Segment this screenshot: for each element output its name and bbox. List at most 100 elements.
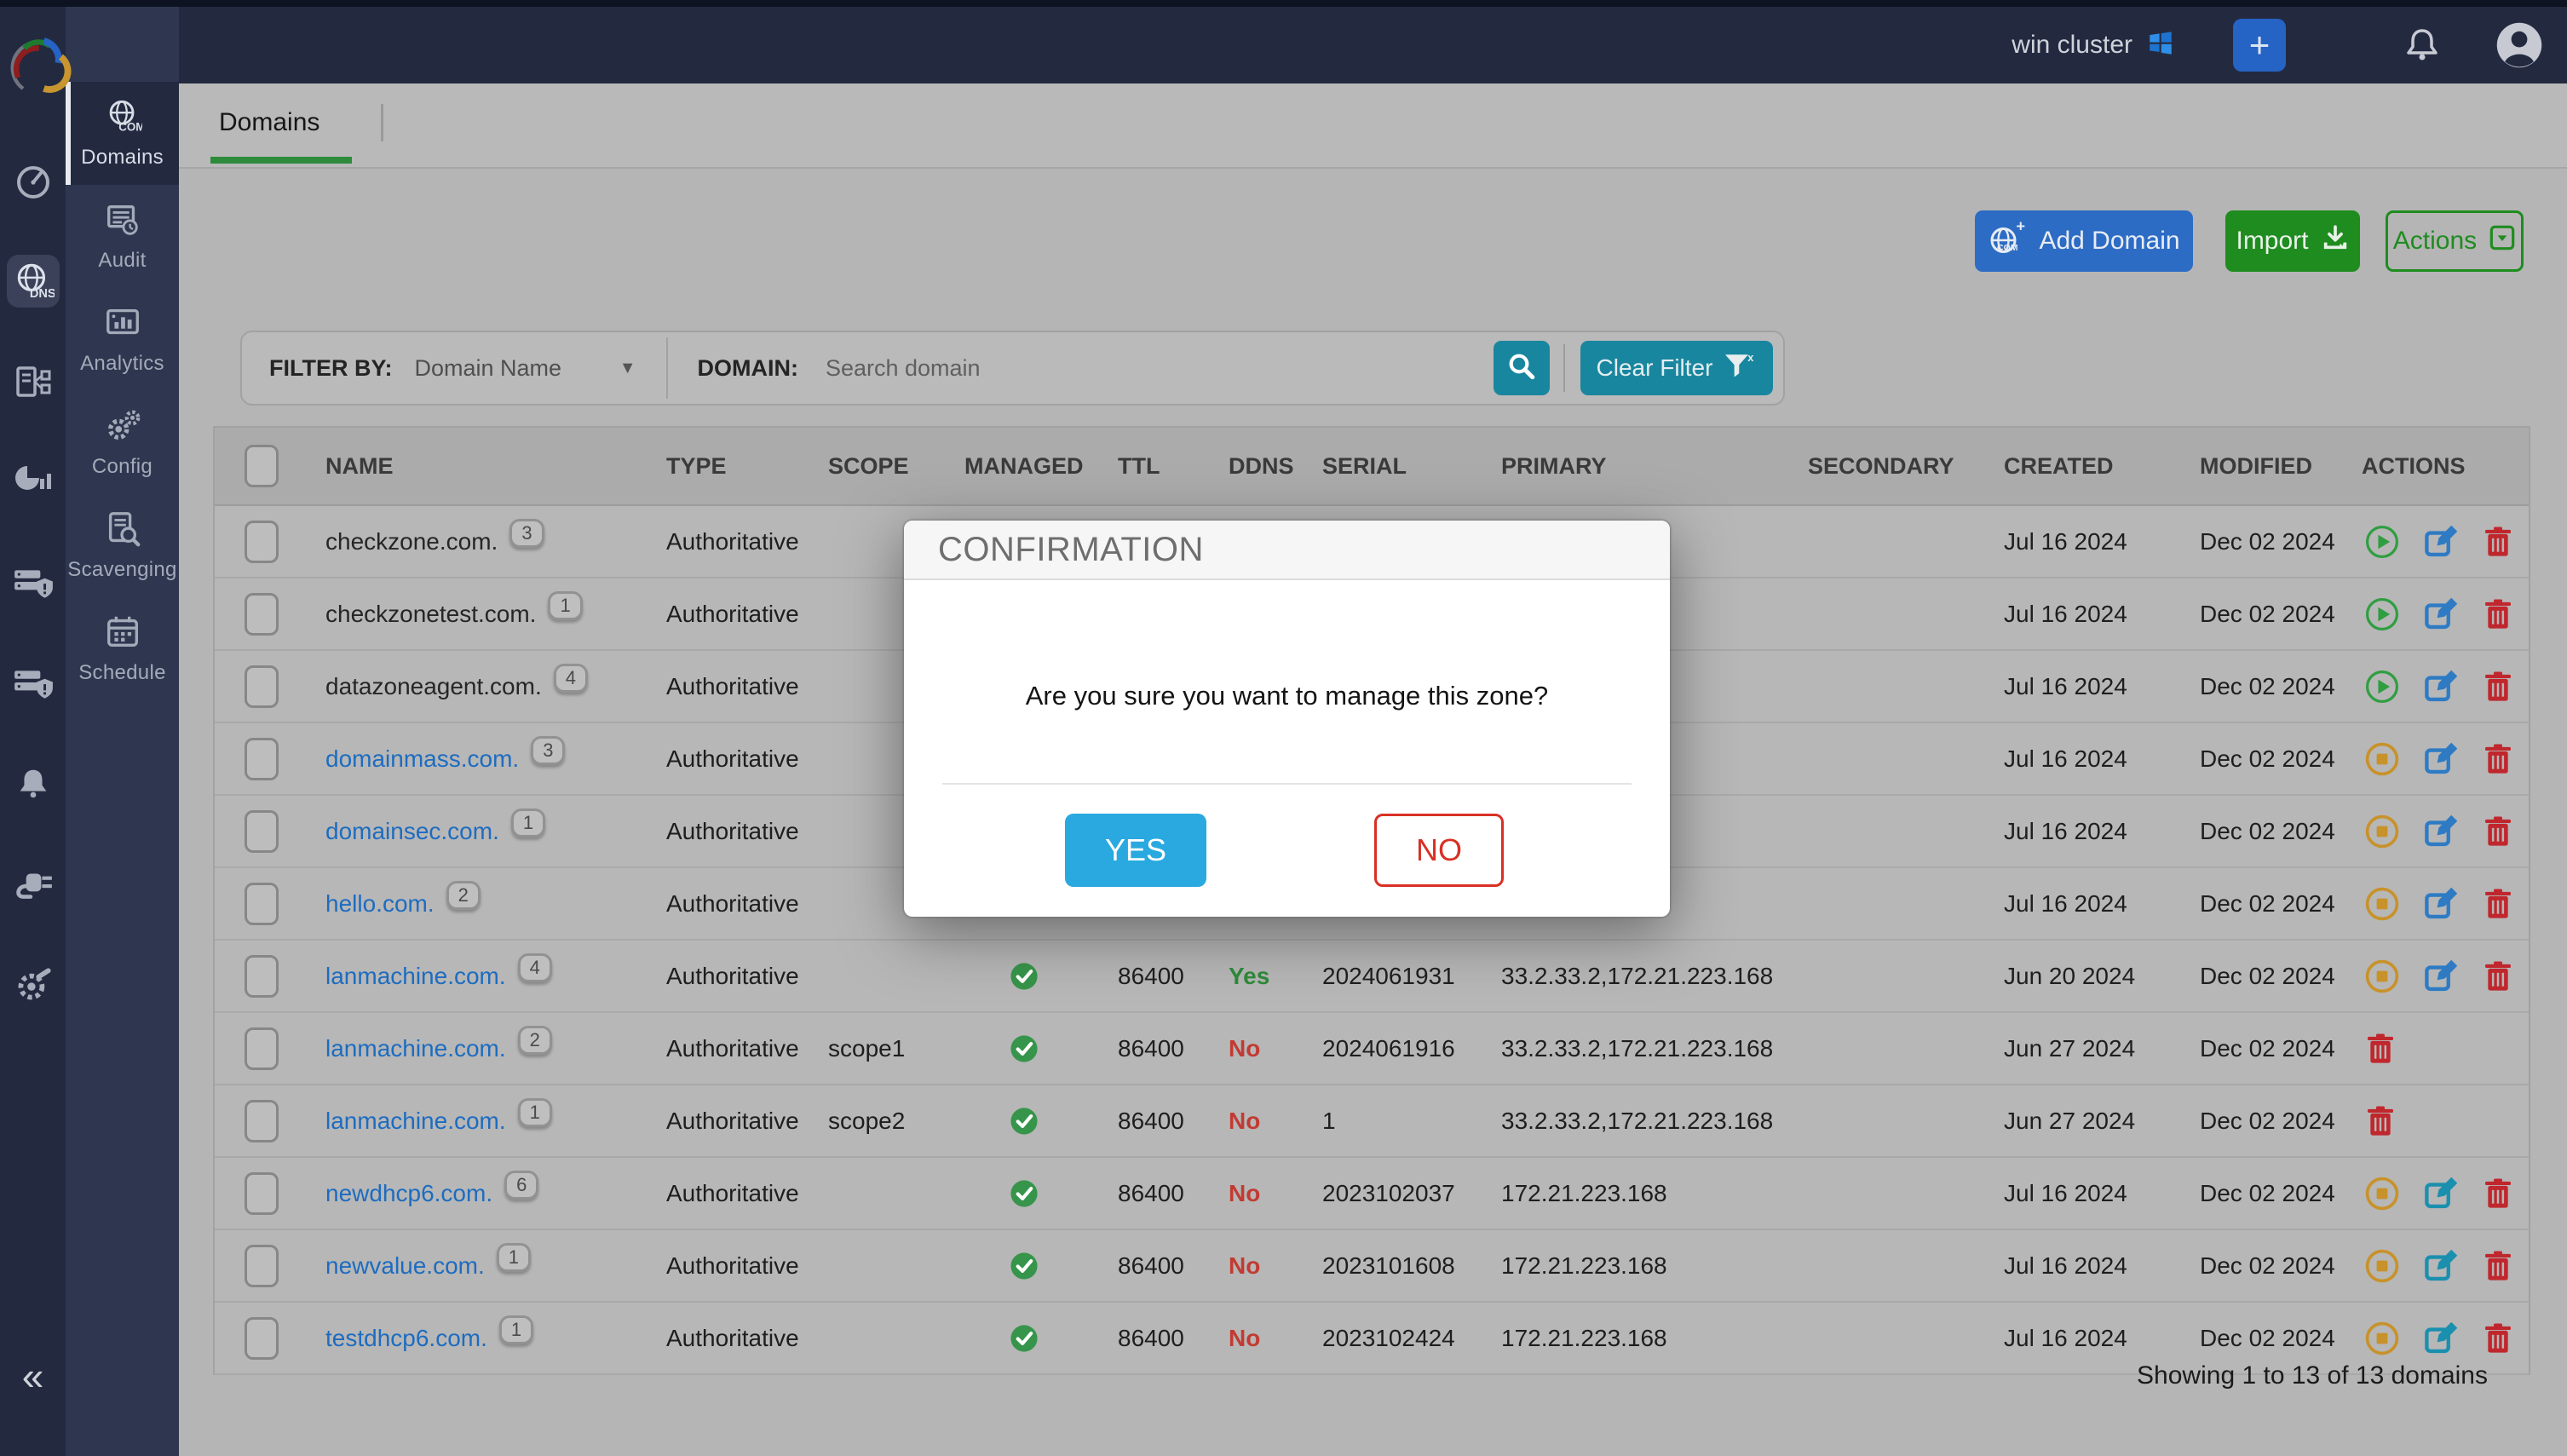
row-checkbox[interactable] [245, 1172, 279, 1215]
domain-name-cell: checkzone.com.3 [308, 527, 649, 556]
domain-name-link[interactable]: newdhcp6.com. [325, 1180, 492, 1207]
domain-name: datazoneagent.com. [325, 673, 542, 700]
records-icon[interactable] [7, 355, 60, 408]
actions-cell [2345, 740, 2529, 778]
stop-manage-button[interactable] [2363, 958, 2401, 995]
add-new-button[interactable]: + [2233, 19, 2286, 72]
cluster-selector[interactable]: win cluster [2012, 29, 2175, 62]
delete-button[interactable] [2481, 597, 2515, 631]
no-button[interactable]: NO [1374, 814, 1504, 887]
tab-domains[interactable]: Domains [210, 83, 328, 162]
reports-icon[interactable] [7, 456, 60, 509]
search-button[interactable] [1494, 341, 1550, 395]
start-manage-button[interactable] [2363, 668, 2401, 705]
delete-button[interactable] [2481, 742, 2515, 776]
sidebar-item-scavenging[interactable]: Scavenging [66, 494, 179, 597]
domain-name-link[interactable]: testdhcp6.com. [325, 1325, 487, 1352]
delete-button[interactable] [2481, 959, 2515, 993]
row-checkbox[interactable] [245, 1027, 279, 1070]
sidebar-item-schedule[interactable]: Schedule [66, 597, 179, 700]
start-manage-button[interactable] [2363, 596, 2401, 633]
select-all-cell [215, 445, 308, 487]
notifications-bell-icon[interactable] [2402, 25, 2443, 66]
edit-button[interactable] [2423, 669, 2459, 705]
integrations-icon[interactable] [7, 858, 60, 911]
row-checkbox[interactable] [245, 955, 279, 998]
edit-button[interactable] [2423, 886, 2459, 922]
server-alert-icon[interactable] [7, 556, 60, 609]
stop-manage-button[interactable] [2363, 740, 2401, 778]
delete-button[interactable] [2481, 1249, 2515, 1283]
domain-name-cell: testdhcp6.com.1 [308, 1324, 649, 1353]
sidebar-item-analytics[interactable]: Analytics [66, 288, 179, 391]
clear-filter-label: Clear Filter [1597, 354, 1713, 382]
created-cell: Jun 20 2024 [1987, 963, 2183, 990]
row-checkbox[interactable] [245, 1317, 279, 1360]
stop-manage-button[interactable] [2363, 885, 2401, 923]
row-checkbox[interactable] [245, 738, 279, 780]
dashboard-icon[interactable] [7, 154, 60, 207]
delete-button[interactable] [2481, 670, 2515, 704]
row-checkbox[interactable] [245, 1100, 279, 1142]
domain-name-link[interactable]: domainsec.com. [325, 818, 499, 845]
edit-button[interactable] [2423, 596, 2459, 632]
search-domain-input[interactable] [824, 354, 1494, 383]
svg-text:x: x [1748, 351, 1754, 364]
row-checkbox-cell [215, 955, 308, 998]
server-alert2-icon[interactable] [7, 657, 60, 710]
filter-by-select[interactable]: Domain Name ▼ [414, 355, 636, 382]
domain-name-link[interactable]: lanmachine.com. [325, 1035, 506, 1062]
row-checkbox[interactable] [245, 665, 279, 708]
edit-button[interactable] [2423, 1321, 2459, 1356]
stop-manage-button[interactable] [2363, 813, 2401, 850]
import-button[interactable]: Import [2225, 210, 2360, 272]
edit-button[interactable] [2423, 814, 2459, 849]
collapse-sidebar-button[interactable]: « [0, 1353, 66, 1399]
yes-button[interactable]: YES [1065, 814, 1206, 887]
admin-icon[interactable] [7, 958, 60, 1011]
stop-manage-button[interactable] [2363, 1320, 2401, 1357]
edit-button[interactable] [2423, 958, 2459, 994]
dns-icon[interactable]: DNS [7, 255, 60, 308]
sidebar-item-domains[interactable]: COMDomains [66, 82, 179, 185]
row-checkbox[interactable] [245, 1245, 279, 1287]
app-logo [3, 32, 82, 110]
user-avatar[interactable] [2494, 20, 2545, 71]
delete-button[interactable] [2481, 887, 2515, 921]
managed-cell [947, 1320, 1101, 1357]
select-all-checkbox[interactable] [245, 445, 279, 487]
stop-manage-button[interactable] [2363, 1175, 2401, 1212]
delete-button[interactable] [2481, 814, 2515, 849]
edit-button[interactable] [2423, 741, 2459, 777]
delete-button[interactable] [2363, 1032, 2397, 1066]
actions-button[interactable]: Actions [2386, 210, 2524, 272]
alarms-icon[interactable] [7, 757, 60, 810]
delete-button[interactable] [2481, 1177, 2515, 1211]
domain-name-link[interactable]: domainmass.com. [325, 745, 519, 773]
column-header-actions: ACTIONS [2345, 453, 2529, 480]
edit-button[interactable] [2423, 524, 2459, 560]
confirmation-modal: CONFIRMATION Are you sure you want to ma… [904, 521, 1670, 917]
add-domain-button[interactable]: COM+ Add Domain [1975, 210, 2193, 272]
sidebar-item-config[interactable]: Config [66, 391, 179, 494]
filter-divider [666, 337, 668, 399]
sidebar-item-audit[interactable]: Audit [66, 185, 179, 288]
row-checkbox[interactable] [245, 521, 279, 563]
domain-name-link[interactable]: hello.com. [325, 890, 435, 918]
row-checkbox[interactable] [245, 593, 279, 636]
created-cell: Jun 27 2024 [1987, 1035, 2183, 1062]
edit-button[interactable] [2423, 1176, 2459, 1211]
delete-button[interactable] [2363, 1104, 2397, 1138]
start-manage-button[interactable] [2363, 523, 2401, 561]
edit-button[interactable] [2423, 1248, 2459, 1284]
domain-name-link[interactable]: newvalue.com. [325, 1252, 485, 1280]
row-checkbox[interactable] [245, 883, 279, 925]
stop-manage-button[interactable] [2363, 1247, 2401, 1285]
clear-filter-button[interactable]: Clear Filter x [1580, 341, 1773, 395]
domain-name-link[interactable]: lanmachine.com. [325, 1108, 506, 1135]
scope-cell: scope2 [811, 1108, 947, 1135]
domain-name-link[interactable]: lanmachine.com. [325, 963, 506, 990]
delete-button[interactable] [2481, 1321, 2515, 1355]
row-checkbox[interactable] [245, 810, 279, 853]
delete-button[interactable] [2481, 525, 2515, 559]
